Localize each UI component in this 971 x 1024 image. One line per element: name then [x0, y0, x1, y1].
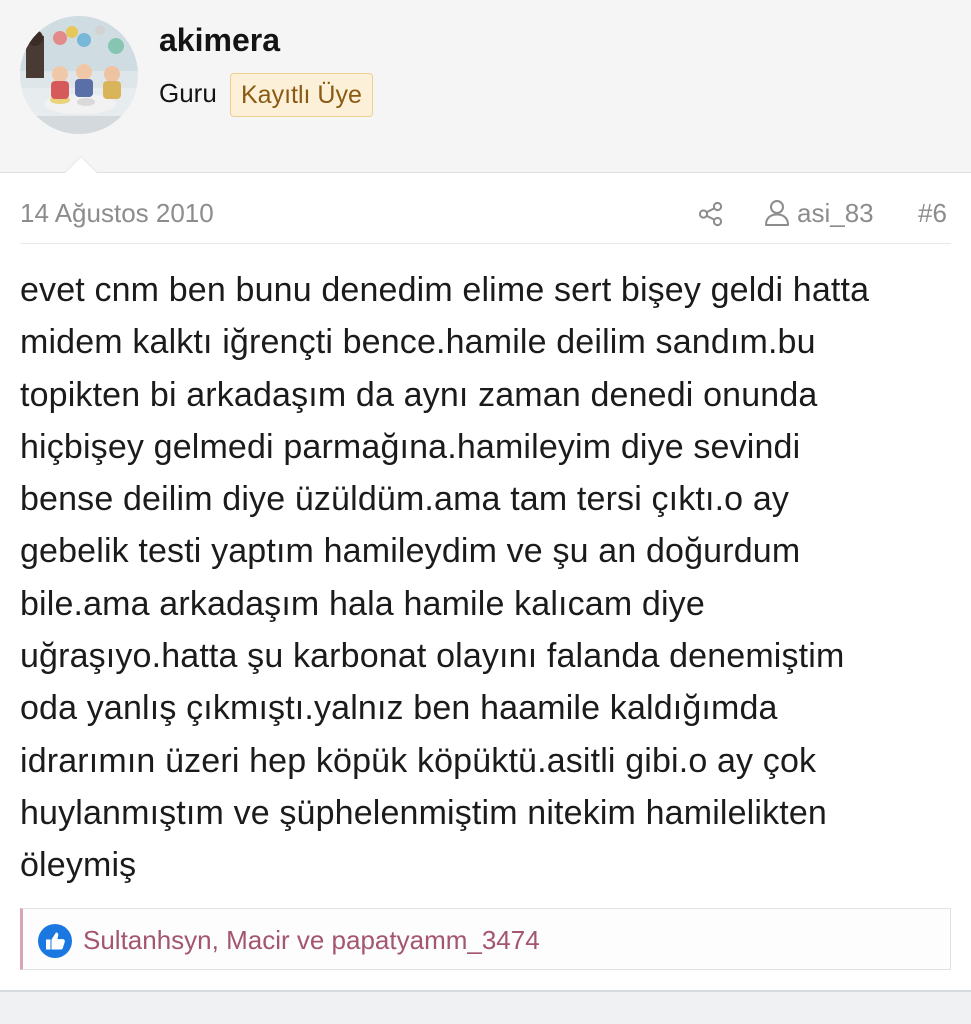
avatar[interactable] [20, 16, 138, 134]
share-icon[interactable] [697, 200, 725, 228]
reactions-bar[interactable]: Sultanhsyn, Macir ve papatyamm_3474 [20, 908, 951, 970]
page-bottom [0, 992, 971, 1024]
meta-divider [20, 243, 951, 244]
author-name[interactable]: akimera [159, 22, 280, 59]
post-date[interactable]: 14 Ağustos 2010 [20, 198, 214, 229]
message-pointer [64, 156, 98, 173]
user-icon [765, 200, 789, 226]
reaction-users[interactable]: Sultanhsyn, Macir ve papatyamm_3474 [83, 925, 540, 956]
author-header: akimera Guru Kayıtlı Üye [0, 0, 971, 172]
avatar-photo [20, 16, 138, 134]
post-number[interactable]: #6 [918, 198, 947, 229]
post-message: evet cnm ben bunu denedim elime sert biş… [20, 271, 870, 885]
author-rank: Guru [159, 78, 217, 108]
user-badge: Kayıtlı Üye [230, 73, 373, 117]
reply-to-user[interactable]: asi_83 [797, 198, 874, 229]
like-icon [38, 924, 72, 958]
